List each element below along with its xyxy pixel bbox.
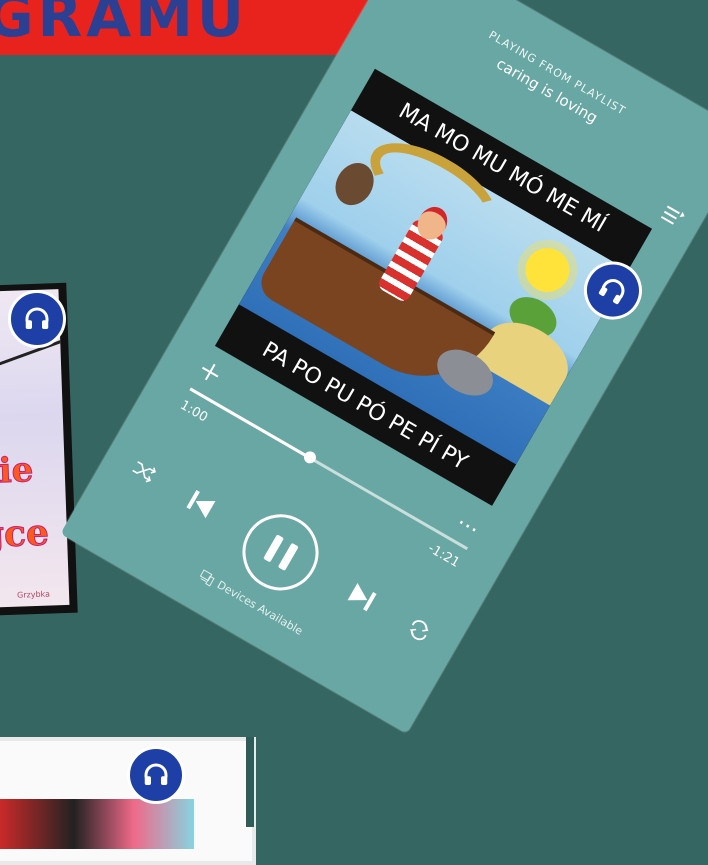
devices-icon	[199, 568, 215, 587]
banner-title: GRAMU	[0, 0, 248, 50]
sun-drawing	[517, 239, 578, 301]
left-card-author: Grzybka	[16, 589, 51, 600]
bottom-album-art	[0, 799, 194, 849]
left-card-title-line2: gce	[0, 511, 50, 556]
elapsed-time: 1:00	[177, 397, 211, 426]
shuffle-icon[interactable]	[128, 458, 158, 488]
progress-fill	[189, 387, 311, 459]
more-icon[interactable]: …	[455, 505, 487, 538]
pause-icon	[262, 533, 284, 563]
headphones-icon	[25, 307, 49, 329]
music-player: PLAYING FROM PLAYLIST caring is loving M…	[60, 0, 708, 734]
queue-icon[interactable]	[658, 204, 686, 233]
bottom-frame-edge	[246, 737, 254, 827]
headphones-badge-left[interactable]	[8, 290, 66, 348]
remaining-time: -1:21	[425, 540, 463, 571]
progress-handle[interactable]	[301, 448, 318, 466]
repeat-icon[interactable]	[403, 616, 434, 648]
left-card-title-line1: ie	[0, 450, 34, 492]
headphones-badge-bottom[interactable]	[127, 746, 185, 804]
skip-previous-icon[interactable]	[181, 486, 219, 525]
skip-next-icon[interactable]	[342, 579, 380, 618]
plus-icon[interactable]	[196, 360, 223, 388]
bottom-album-card[interactable]	[0, 737, 256, 865]
headphones-icon	[598, 279, 625, 305]
pause-icon	[277, 542, 299, 571]
album-illustration	[238, 110, 629, 465]
pause-button[interactable]	[228, 500, 333, 605]
headphones-icon	[144, 763, 168, 785]
